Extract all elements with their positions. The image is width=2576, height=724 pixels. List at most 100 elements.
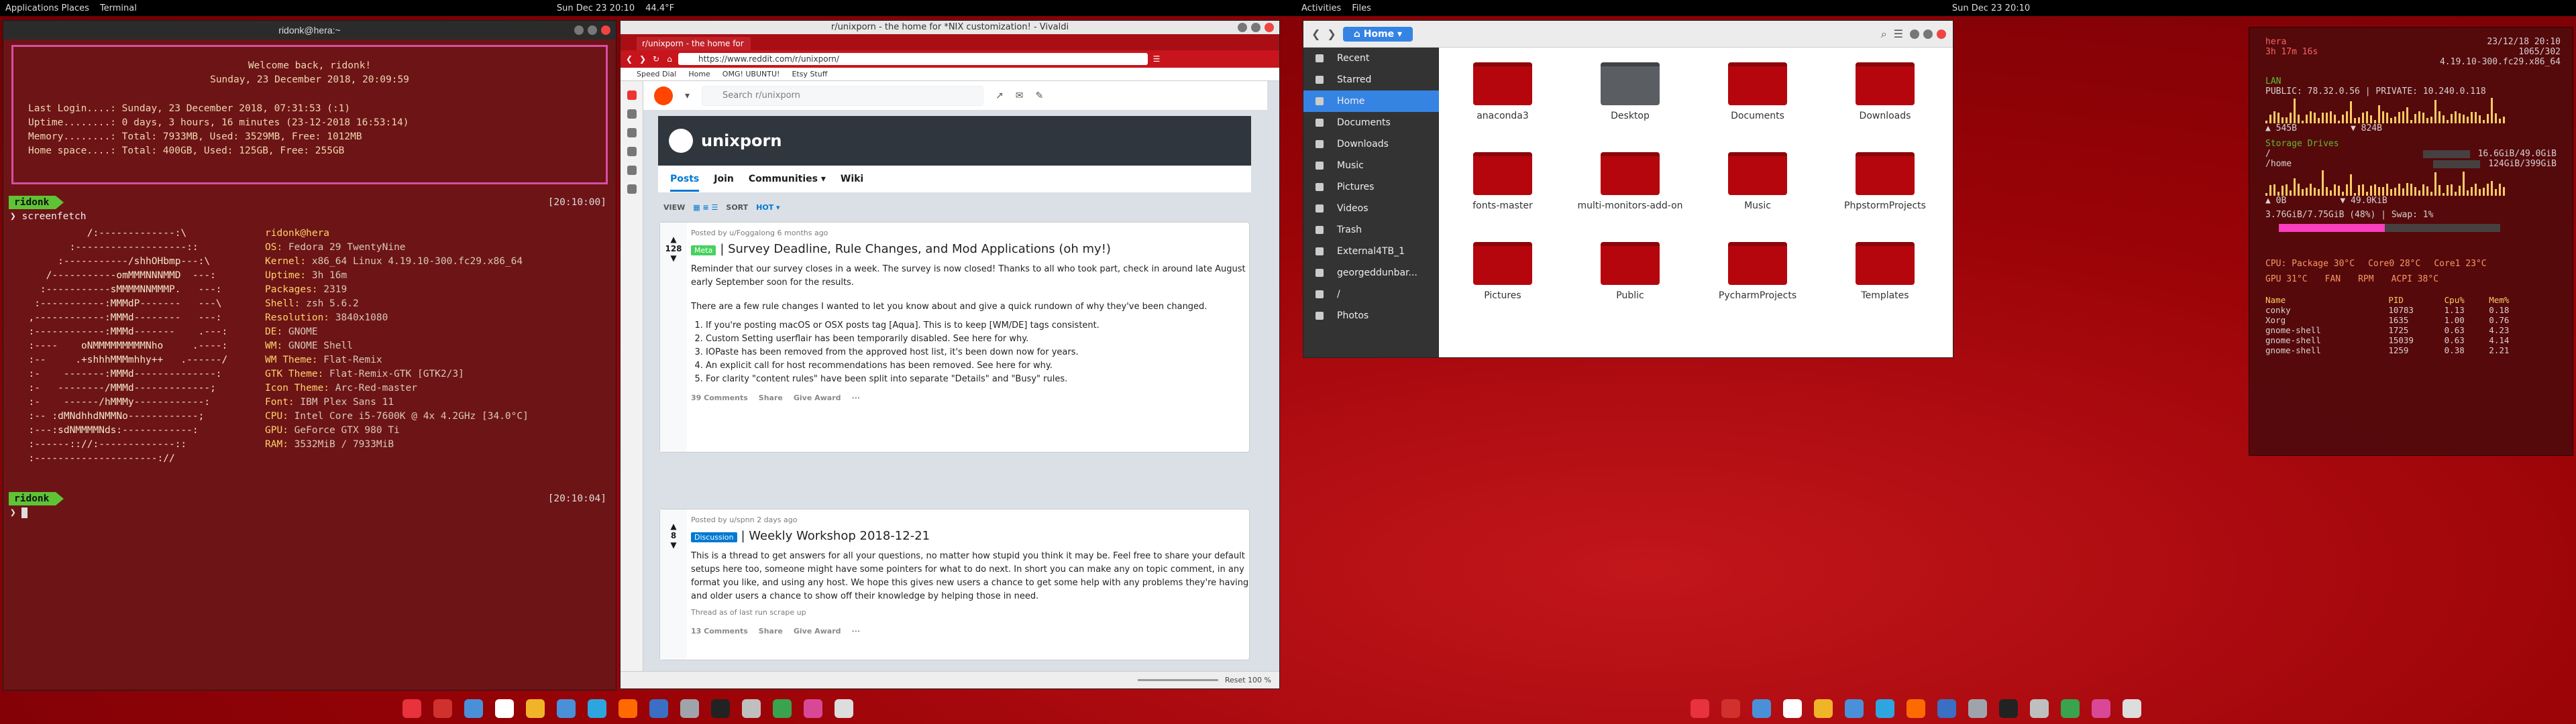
comments-button[interactable]: 39 Comments	[691, 391, 748, 405]
dock-app-icon[interactable]	[773, 699, 792, 718]
folder-item[interactable]: fonts-master	[1439, 152, 1566, 242]
sidebar-item[interactable]: Photos	[1303, 305, 1439, 326]
dock-app-icon[interactable]	[1907, 699, 1925, 718]
bookmark-omg-ubuntu[interactable]: OMG! UBUNTU!	[722, 70, 780, 78]
tab-posts[interactable]: Posts	[670, 174, 700, 192]
post-card[interactable]: ▲ 8 ▼ Posted by u/spnn 2 days ago Discussi…	[659, 509, 1250, 660]
bookmark-speed-dial[interactable]: Speed Dial	[637, 70, 676, 78]
folder-item[interactable]: multi-monitors-add-on	[1566, 152, 1694, 242]
dock-app-icon[interactable]	[1999, 699, 2018, 718]
search-icon[interactable]: ⌕	[1881, 27, 1887, 41]
dock-app-icon[interactable]	[619, 699, 637, 718]
clock[interactable]: Sun Dec 23 20:10	[1952, 3, 2030, 13]
sidebar-item[interactable]: Music	[1303, 155, 1439, 176]
comments-button[interactable]: 13 Comments	[691, 625, 748, 638]
close-icon[interactable]	[1265, 23, 1274, 32]
dock-app-icon[interactable]	[742, 699, 761, 718]
browser-titlebar[interactable]: r/unixporn - the home for *NIX customiza…	[621, 21, 1279, 34]
sidebar-item[interactable]: Home	[1303, 90, 1439, 112]
files-window[interactable]: ❮ ❯ ⌂ Home ▾ ⌕ ☰ Recent Starred Home Docume…	[1303, 20, 1953, 358]
more-button[interactable]: ···	[852, 391, 861, 405]
sidebar-item[interactable]: Downloads	[1303, 133, 1439, 155]
view-options-icon[interactable]: ☰	[1894, 27, 1903, 40]
folder-item[interactable]: Public	[1566, 242, 1694, 332]
sidebar-item[interactable]: Trash	[1303, 219, 1439, 241]
share-button[interactable]: Share	[759, 391, 783, 405]
award-button[interactable]: Give Award	[794, 625, 841, 638]
reddit-logo-icon[interactable]	[654, 86, 673, 105]
dock-app-icon[interactable]	[1876, 699, 1894, 718]
tab-join[interactable]: Join	[714, 174, 734, 184]
trending-icon[interactable]: ↗	[996, 90, 1004, 101]
dock-app-icon[interactable]	[1968, 699, 1987, 718]
dock-app-icon[interactable]	[2092, 699, 2110, 718]
dock-app-icon[interactable]	[526, 699, 545, 718]
bookmark-etsy[interactable]: Etsy Stuff	[792, 70, 827, 78]
close-icon[interactable]	[601, 25, 610, 35]
award-button[interactable]: Give Award	[794, 391, 841, 405]
maximize-icon[interactable]	[1923, 29, 1933, 39]
forward-icon[interactable]: ❯	[638, 54, 647, 64]
dock-app-icon[interactable]	[649, 699, 668, 718]
dock-app-icon[interactable]	[402, 699, 421, 718]
dock-app-icon[interactable]	[1937, 699, 1956, 718]
back-icon[interactable]: ❮	[625, 54, 634, 64]
sidebar-item[interactable]: Videos	[1303, 198, 1439, 219]
post-title[interactable]: Meta | Survey Deadline, Rule Changes, and…	[691, 243, 1249, 257]
app-menu[interactable]: Files	[1352, 3, 1371, 13]
app-menu[interactable]: Terminal	[100, 3, 137, 13]
dock-app-icon[interactable]	[2123, 699, 2141, 718]
dock-app-icon[interactable]	[2030, 699, 2049, 718]
more-button[interactable]: ···	[852, 625, 861, 638]
home-icon[interactable]: ⌂	[665, 54, 674, 64]
terminal-titlebar[interactable]: ridonk@hera:~	[3, 21, 616, 40]
dock-app-icon[interactable]	[495, 699, 514, 718]
share-button[interactable]: Share	[759, 625, 783, 638]
back-icon[interactable]: ❮	[1311, 27, 1320, 40]
bookmark-home[interactable]: Home	[688, 70, 710, 78]
breadcrumb-home[interactable]: ⌂ Home ▾	[1342, 26, 1413, 42]
minimize-icon[interactable]	[1910, 29, 1919, 39]
post-title[interactable]: Discussion | Weekly Workshop 2018-12-21	[691, 530, 1249, 544]
dock-app-icon[interactable]	[1814, 699, 1833, 718]
upvote-icon[interactable]: ▲	[660, 522, 687, 531]
folder-item[interactable]: Documents	[1694, 62, 1821, 152]
clock[interactable]: Sun Dec 23 20:10	[557, 3, 635, 13]
reload-icon[interactable]: ↻	[651, 54, 661, 64]
folder-item[interactable]: anaconda3	[1439, 62, 1566, 152]
dock-app-icon[interactable]	[1690, 699, 1709, 718]
upvote-icon[interactable]: ▲	[660, 235, 687, 244]
url-field[interactable]: https://www.reddit.com/r/unixporn/	[678, 53, 1148, 65]
forward-icon[interactable]: ❯	[1327, 27, 1336, 40]
sidebar-item[interactable]: Starred	[1303, 69, 1439, 90]
window-icon[interactable]	[627, 184, 637, 194]
sidebar-item[interactable]: georgeddunbar...	[1303, 262, 1439, 284]
folder-item[interactable]: Downloads	[1821, 62, 1949, 152]
downvote-icon[interactable]: ▼	[660, 253, 687, 263]
folder-item[interactable]: Pictures	[1439, 242, 1566, 332]
notes-icon[interactable]	[627, 147, 637, 156]
downvote-icon[interactable]: ▼	[660, 540, 687, 550]
minimize-icon[interactable]	[1238, 23, 1247, 32]
dock-app-icon[interactable]	[835, 699, 853, 718]
view-card-icon[interactable]: ▦ ≡ ☰	[693, 203, 718, 212]
dock-app-icon[interactable]	[1845, 699, 1864, 718]
extensions-icon[interactable]: ☰	[1152, 54, 1161, 64]
browser-window[interactable]: r/unixporn - the home for *NIX customiza…	[620, 20, 1280, 689]
sidebar-item[interactable]: Recent	[1303, 48, 1439, 69]
downloads-icon[interactable]	[627, 128, 637, 137]
dock-app-icon[interactable]	[2061, 699, 2080, 718]
close-icon[interactable]	[1937, 29, 1946, 39]
folder-item[interactable]: Music	[1694, 152, 1821, 242]
dock-app-icon[interactable]	[711, 699, 730, 718]
vivaldi-icon[interactable]	[627, 90, 637, 100]
terminal-window[interactable]: ridonk@hera:~ Welcome back, ridonk! Sund…	[3, 20, 616, 690]
search-input[interactable]: Search r/unixporn	[702, 85, 984, 106]
dock-app-icon[interactable]	[433, 699, 452, 718]
folder-item[interactable]: Desktop	[1566, 62, 1694, 152]
dock-app-icon[interactable]	[1721, 699, 1740, 718]
sidebar-item[interactable]: Pictures	[1303, 176, 1439, 198]
tab-reddit[interactable]: r/unixporn - the home for	[637, 37, 751, 50]
folder-item[interactable]: PycharmProjects	[1694, 242, 1821, 332]
post-card[interactable]: ▲ 128 ▼ Posted by u/Foggalong 6 months ago…	[659, 222, 1250, 452]
